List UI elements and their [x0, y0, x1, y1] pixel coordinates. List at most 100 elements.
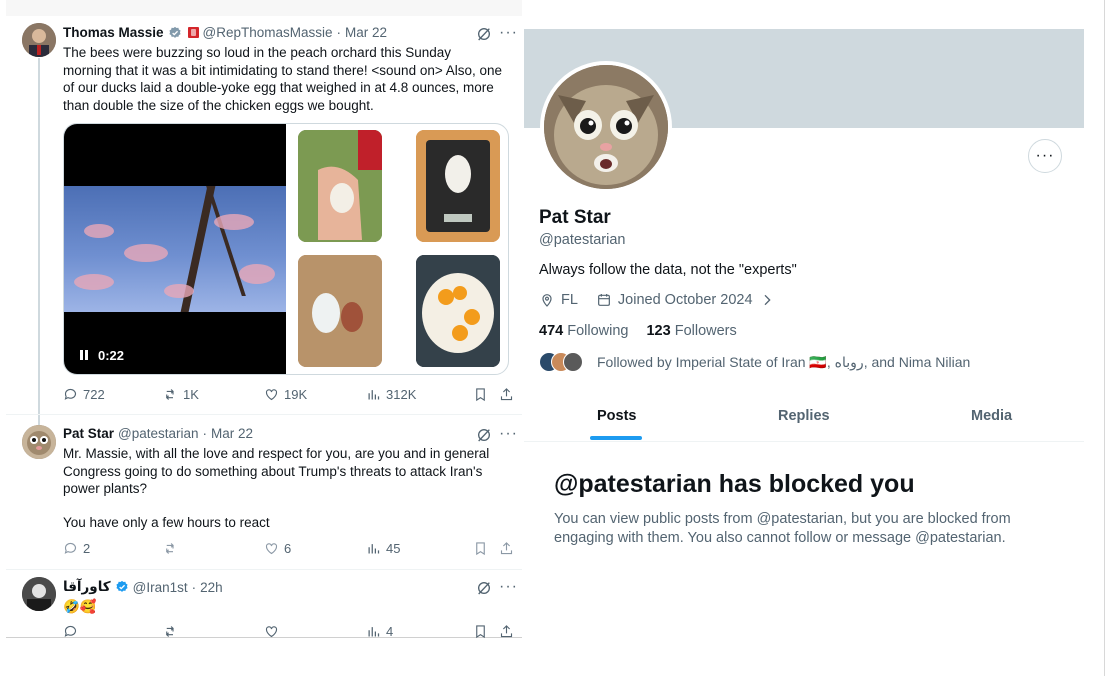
share-button[interactable] — [499, 541, 514, 556]
grok-icon[interactable] — [476, 580, 492, 596]
timestamp[interactable]: Mar 22 — [211, 426, 253, 441]
verified-icon — [115, 580, 129, 594]
repost-button[interactable] — [163, 541, 178, 556]
repost-icon — [165, 543, 174, 554]
like-count: 6 — [284, 541, 292, 556]
media-thumb-hand-egg[interactable] — [298, 130, 382, 242]
grok-icon[interactable] — [476, 427, 492, 443]
chevron-right-icon[interactable] — [759, 292, 775, 308]
avatar[interactable] — [22, 23, 56, 57]
followed-by[interactable]: Followed by Imperial State of Iran 🇮🇷, ر… — [539, 352, 970, 372]
location-icon — [542, 294, 552, 307]
thread-top-bg — [6, 0, 522, 16]
bookmark-button[interactable] — [473, 624, 488, 639]
bookmark-icon — [476, 388, 485, 402]
reply-button[interactable]: 722 — [63, 387, 105, 402]
more-icon[interactable]: ··· — [499, 25, 518, 41]
like-icon — [265, 626, 278, 638]
reply-icon — [64, 542, 77, 554]
author-handle[interactable]: @patestarian — [118, 426, 199, 441]
bookmark-icon — [476, 625, 485, 639]
profile-tabs: Posts Replies Media — [524, 392, 1084, 442]
views-icon — [368, 544, 380, 554]
like-button[interactable]: 6 — [264, 541, 291, 556]
author-handle[interactable]: @Iran1st — [133, 580, 188, 595]
mini-avatar — [563, 352, 583, 372]
media-thumb-eggs[interactable] — [298, 255, 382, 367]
profile-bio: Always follow the data, not the "experts… — [539, 262, 797, 278]
media-grid[interactable]: 0:22 — [63, 123, 509, 375]
like-button[interactable] — [264, 624, 279, 639]
following-link[interactable]: 474 Following — [539, 323, 628, 339]
tweet-text: The bees were buzzing so loud in the pea… — [63, 45, 503, 113]
reply-count: 2 — [83, 541, 91, 556]
repost-icon — [165, 389, 174, 400]
separator: · — [191, 579, 197, 595]
share-button[interactable] — [499, 387, 514, 402]
avatar[interactable] — [22, 425, 56, 459]
repost-icon — [165, 626, 174, 637]
verified-icon — [168, 26, 182, 40]
affiliate-badge-icon — [187, 27, 199, 38]
tweet-text: Mr. Massie, with all the love and respec… — [63, 446, 490, 496]
profile-name: Pat Star — [539, 207, 611, 228]
tweet-text-line2: You have only a few hours to react — [63, 515, 270, 530]
tweet-actions: 2 6 45 — [63, 541, 513, 559]
views-icon — [368, 627, 380, 637]
tab-media[interactable]: Media — [971, 408, 1012, 424]
like-icon — [265, 389, 278, 401]
tab-replies[interactable]: Replies — [778, 408, 830, 424]
profile-location: FL — [561, 292, 578, 308]
timestamp[interactable]: Mar 22 — [345, 25, 387, 40]
bookmark-button[interactable] — [473, 541, 488, 556]
tweet-actions: 4 — [63, 624, 513, 642]
followers-link[interactable]: 123 Followers — [646, 323, 736, 339]
author-name[interactable]: کاورآقا — [63, 579, 111, 595]
more-icon[interactable]: ··· — [499, 426, 518, 442]
more-icon[interactable]: ··· — [499, 579, 518, 595]
media-thumb-scale[interactable] — [416, 130, 500, 242]
followers-count: 123 — [646, 323, 671, 339]
timestamp[interactable]: 22h — [200, 580, 223, 595]
video-player[interactable]: 0:22 — [64, 124, 286, 374]
profile-avatar[interactable] — [540, 61, 672, 193]
following-count: 474 — [539, 323, 564, 339]
reply-button[interactable]: 2 — [63, 541, 90, 556]
tab-posts[interactable]: Posts — [597, 408, 637, 424]
author-name[interactable]: Pat Star — [63, 426, 114, 441]
author-handle[interactable]: @RepThomasMassie — [203, 25, 333, 40]
author-name[interactable]: Thomas Massie — [63, 25, 164, 40]
views-count: 45 — [386, 541, 401, 556]
reply-button[interactable] — [63, 624, 78, 639]
avatar[interactable] — [22, 577, 56, 611]
views-button[interactable]: 4 — [366, 624, 393, 639]
pause-icon[interactable] — [80, 348, 90, 363]
conversation-thread: Thomas Massie @RepThomasMassie · Mar 22 … — [6, 16, 522, 639]
media-thumb-fried-eggs[interactable] — [416, 255, 500, 367]
like-icon — [265, 543, 278, 555]
followers-label: Followers — [674, 323, 737, 339]
tweet-iran1st[interactable]: کاورآقا @Iran1st · 22h ··· 🤣🥰 4 — [6, 569, 522, 639]
following-label: Following — [567, 323, 629, 339]
views-count: 312K — [386, 387, 417, 402]
grok-icon[interactable] — [476, 26, 492, 42]
views-button[interactable]: 312K — [366, 387, 416, 402]
followed-by-text: Followed by Imperial State of Iran 🇮🇷, ر… — [597, 353, 971, 370]
video-time: 0:22 — [98, 348, 125, 363]
profile-meta: FL Joined October 2024 — [539, 292, 775, 308]
tweet-massie[interactable]: Thomas Massie @RepThomasMassie · Mar 22 … — [6, 16, 522, 414]
reply-icon — [64, 388, 77, 400]
bookmark-button[interactable] — [473, 387, 488, 402]
repost-button[interactable]: 1K — [163, 387, 199, 402]
like-button[interactable]: 19K — [264, 387, 307, 402]
share-button[interactable] — [499, 624, 514, 639]
profile-more-button[interactable]: ··· — [1028, 139, 1062, 173]
views-button[interactable]: 45 — [366, 541, 400, 556]
repost-button[interactable] — [163, 624, 178, 639]
bookmark-icon — [476, 542, 485, 556]
separator: · — [336, 25, 342, 40]
profile-panel: ··· Pat Star @patestarian Always follow … — [524, 29, 1084, 561]
tweet-patstar[interactable]: Pat Star @patestarian · Mar 22 ··· Mr. M… — [6, 414, 522, 569]
share-icon — [500, 388, 513, 401]
repost-count: 1K — [183, 387, 199, 402]
